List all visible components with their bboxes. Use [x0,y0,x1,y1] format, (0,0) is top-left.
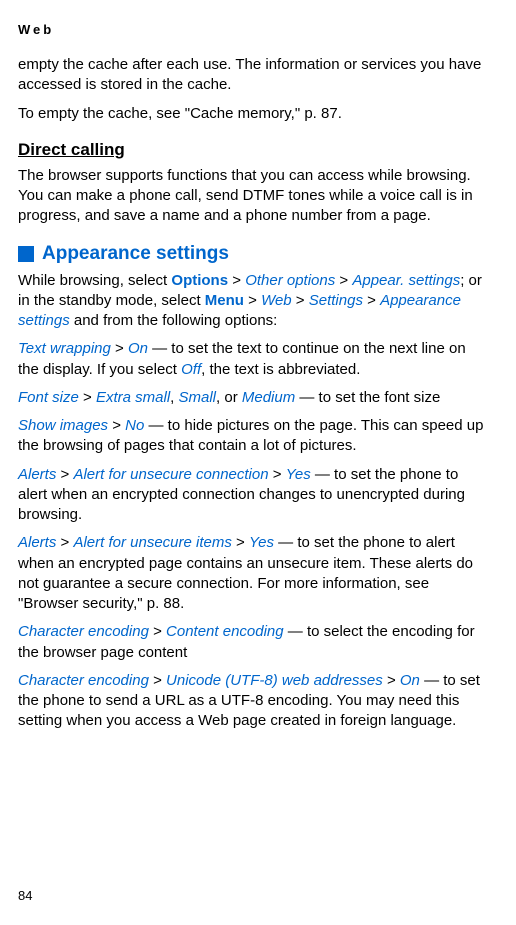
gt: > [56,534,73,551]
gt: > [383,672,400,689]
gt: > [269,466,286,483]
yes-term-2: Yes [249,534,274,551]
page-header: Web [18,22,490,37]
font-size-desc: — to set the font size [295,389,440,406]
gt: > [244,292,261,309]
alerts-items-option: Alerts > Alert for unsecure items > Yes … [18,533,490,614]
extra-small-term: Extra small [96,389,170,406]
show-images-term: Show images [18,417,108,434]
cache-ref-page: 87. [321,105,342,122]
unicode-encoding-option: Character encoding > Unicode (UTF-8) web… [18,671,490,732]
yes-term-1: Yes [286,466,311,483]
alerts-connection-option: Alerts > Alert for unsecure connection >… [18,465,490,526]
gt: > [335,272,352,289]
off-term: Off [181,361,201,378]
gt: > [363,292,380,309]
content-encoding-option: Character encoding > Content encoding — … [18,622,490,663]
intro-paragraph-2: To empty the cache, see "Cache memory," … [18,104,490,124]
settings-term: Settings [309,292,363,309]
appearance-intro: While browsing, select Options > Other o… [18,271,490,332]
other-options-term: Other options [245,272,335,289]
direct-calling-paragraph: The browser supports functions that you … [18,166,490,227]
intro-paragraph-1: empty the cache after each use. The info… [18,55,490,96]
cache-ref-text: To empty the cache, see "Cache memory," … [18,105,317,122]
alerts-term-1: Alerts [18,466,56,483]
menu-term: Menu [205,292,244,309]
appearance-settings-heading: Appearance settings [18,243,490,265]
font-size-option: Font size > Extra small, Small, or Mediu… [18,388,490,408]
square-bullet-icon [18,246,34,262]
gt: > [79,389,96,406]
show-images-option: Show images > No — to hide pictures on t… [18,416,490,457]
intro-text-a: While browsing, select [18,272,171,289]
alert-unsecure-conn-term: Alert for unsecure connection [73,466,268,483]
on-term-2: On [400,672,420,689]
or-text: , or [216,389,242,406]
alert-unsecure-items-term: Alert for unsecure items [73,534,231,551]
on-term: On [128,340,148,357]
content-encoding-term: Content encoding [166,623,284,640]
unicode-addresses-term: Unicode (UTF-8) web addresses [166,672,383,689]
gt: > [292,292,309,309]
page-number: 84 [18,888,32,903]
gt: > [228,272,245,289]
medium-term: Medium [242,389,295,406]
intro-text-c: and from the following options: [70,312,278,329]
comma: , [170,389,178,406]
gt: > [108,417,125,434]
gt: > [111,340,128,357]
options-term: Options [171,272,228,289]
gt: > [149,672,166,689]
char-encoding-term-2: Character encoding [18,672,149,689]
gt: > [149,623,166,640]
text-wrapping-term: Text wrapping [18,340,111,357]
direct-calling-heading: Direct calling [18,140,490,160]
char-encoding-term-1: Character encoding [18,623,149,640]
gt: > [232,534,249,551]
font-size-term: Font size [18,389,79,406]
no-term: No [125,417,144,434]
gt: > [56,466,73,483]
text-wrapping-end: , the text is abbreviated. [201,361,360,378]
page-ref-88: 88. [159,595,184,612]
web-term: Web [261,292,292,309]
text-wrapping-option: Text wrapping > On — to set the text to … [18,339,490,380]
small-term: Small [179,389,217,406]
alerts-term-2: Alerts [18,534,56,551]
appearance-heading-text: Appearance settings [42,243,229,265]
appear-settings-term: Appear. settings [352,272,460,289]
